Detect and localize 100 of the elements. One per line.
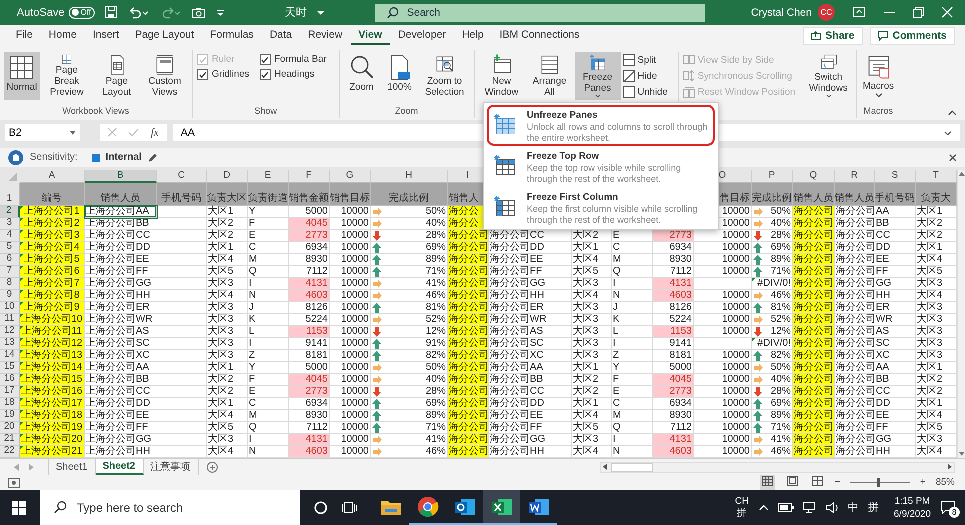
table-cell: 10000 bbox=[694, 386, 752, 398]
cell-text: 71% bbox=[770, 422, 791, 434]
table-cell: 海分公司FF bbox=[489, 422, 572, 434]
cell-text: 50% bbox=[770, 362, 791, 374]
table-cell: 8930 bbox=[653, 254, 694, 266]
table-cell: 4603 bbox=[289, 290, 330, 302]
table-cell: 10000 bbox=[330, 374, 371, 386]
cell-text: 40% bbox=[426, 374, 446, 386]
table-cell: 海分公司 bbox=[793, 422, 835, 434]
table-cell: 海分公司 bbox=[448, 254, 489, 266]
table-cell: 海分公司 bbox=[448, 242, 489, 254]
table-cell: 1153 bbox=[653, 326, 694, 338]
table-cell: 海分公司 bbox=[793, 290, 835, 302]
cell-text: 上海分公司7 bbox=[24, 278, 80, 290]
table-cell: 10000 bbox=[694, 326, 752, 338]
cell-text: 69% bbox=[770, 242, 791, 254]
table-cell: 10000 bbox=[694, 266, 752, 278]
table-cell: 海分公司 bbox=[448, 362, 489, 374]
table-cell: 海分公司EE bbox=[835, 254, 916, 266]
table-cell: 大区2 bbox=[572, 374, 612, 386]
table-cell: 10000 bbox=[694, 302, 752, 314]
table-cell: 6934 bbox=[289, 398, 330, 410]
cell-text: 89% bbox=[770, 410, 791, 422]
table-cell: 上海分公司DD bbox=[85, 398, 207, 410]
table-cell: 海分公司 bbox=[793, 218, 835, 230]
table-cell: 海分公司XC bbox=[835, 350, 916, 362]
column-title: 销售目标 bbox=[330, 183, 371, 206]
table-cell: 大区3 bbox=[207, 278, 248, 290]
cell-reference: B2 bbox=[9, 126, 22, 138]
table-cell: 10000 bbox=[330, 410, 371, 422]
column-title: 负责大 bbox=[916, 183, 957, 206]
group-label: Macros bbox=[862, 106, 894, 118]
table-cell: M bbox=[612, 410, 653, 422]
table-cell: 10000 bbox=[330, 386, 371, 398]
table-cell: 大区3 bbox=[207, 434, 248, 446]
table-cell: 大区3 bbox=[572, 350, 612, 362]
cell-text: 上海分公司1 bbox=[24, 206, 80, 218]
cell-text: 40% bbox=[770, 218, 791, 230]
cell-text: 89% bbox=[426, 254, 446, 266]
table-cell: Y bbox=[248, 206, 289, 218]
table-cell: 海分公司 bbox=[448, 410, 489, 422]
cell-text: 50% bbox=[426, 206, 446, 218]
table-cell: 10000 bbox=[330, 398, 371, 410]
cell-text: 89% bbox=[426, 410, 446, 422]
cell-text: 41% bbox=[426, 434, 446, 446]
table-cell: 上海分公司AA bbox=[85, 206, 157, 218]
table-cell: I bbox=[612, 338, 653, 350]
table-cell: 海分公司 bbox=[793, 350, 835, 362]
group-label: Show bbox=[254, 106, 278, 118]
table-cell: 海分公司DD bbox=[489, 398, 572, 410]
table-cell: 大区3 bbox=[572, 434, 612, 446]
table-cell: 8126 bbox=[653, 302, 694, 314]
table-cell: 海分公司AS bbox=[835, 326, 916, 338]
table-cell: 大区3 bbox=[207, 350, 248, 362]
cell-text: 上海分公司14 bbox=[21, 362, 83, 374]
column-title: 完成比例 bbox=[371, 183, 448, 206]
formula-value: AA bbox=[180, 126, 195, 138]
table-cell: 4603 bbox=[653, 290, 694, 302]
table-cell: 10000 bbox=[694, 290, 752, 302]
table-cell: 海分公司SC bbox=[489, 338, 572, 350]
table-cell: 大区4 bbox=[572, 290, 612, 302]
table-cell: Q bbox=[248, 266, 289, 278]
table-cell: Y bbox=[612, 362, 653, 374]
table-cell: 大区5 bbox=[207, 266, 248, 278]
cell-text: 82% bbox=[770, 350, 791, 362]
table-cell: 海分公司GG bbox=[835, 434, 916, 446]
table-cell: 大区1 bbox=[207, 362, 248, 374]
table-cell: 海分公司HH bbox=[489, 290, 572, 302]
table-cell: 海分公司 bbox=[448, 230, 489, 242]
table-cell: 海分公司EE bbox=[489, 410, 572, 422]
table-cell: 10000 bbox=[694, 422, 752, 434]
table-cell: C bbox=[612, 398, 653, 410]
table-cell: 大区4 bbox=[207, 410, 248, 422]
table-cell: 海分公司 bbox=[793, 278, 835, 290]
table-cell: 大区5 bbox=[572, 266, 612, 278]
table-cell: 10000 bbox=[330, 290, 371, 302]
table-cell: Y bbox=[248, 362, 289, 374]
table-cell: C bbox=[612, 242, 653, 254]
table-cell: 大区3 bbox=[207, 302, 248, 314]
cell-text: 12% bbox=[770, 326, 791, 338]
table-cell: 4045 bbox=[289, 218, 330, 230]
table-cell: 4131 bbox=[653, 278, 694, 290]
table-cell: 海分公司CC bbox=[835, 386, 916, 398]
table-cell: 9141 bbox=[653, 338, 694, 350]
table-cell: 6934 bbox=[289, 242, 330, 254]
table-cell: Z bbox=[612, 350, 653, 362]
cell-text: 46% bbox=[426, 446, 446, 458]
table-cell: 海分公司BB bbox=[835, 218, 916, 230]
cell-text: 46% bbox=[426, 290, 446, 302]
table-cell: I bbox=[248, 338, 289, 350]
table-cell: 大区1 bbox=[207, 242, 248, 254]
table-cell: 海分公司 bbox=[793, 434, 835, 446]
table-cell: 大区5 bbox=[572, 422, 612, 434]
table-cell: 10000 bbox=[694, 398, 752, 410]
table-cell: 大区3 bbox=[572, 302, 612, 314]
table-cell: 上海分公司HH bbox=[85, 290, 207, 302]
table-cell: 4045 bbox=[653, 374, 694, 386]
table-cell: Z bbox=[248, 350, 289, 362]
table-cell: 海分公司 bbox=[448, 266, 489, 278]
table-cell: 大区1 bbox=[572, 398, 612, 410]
